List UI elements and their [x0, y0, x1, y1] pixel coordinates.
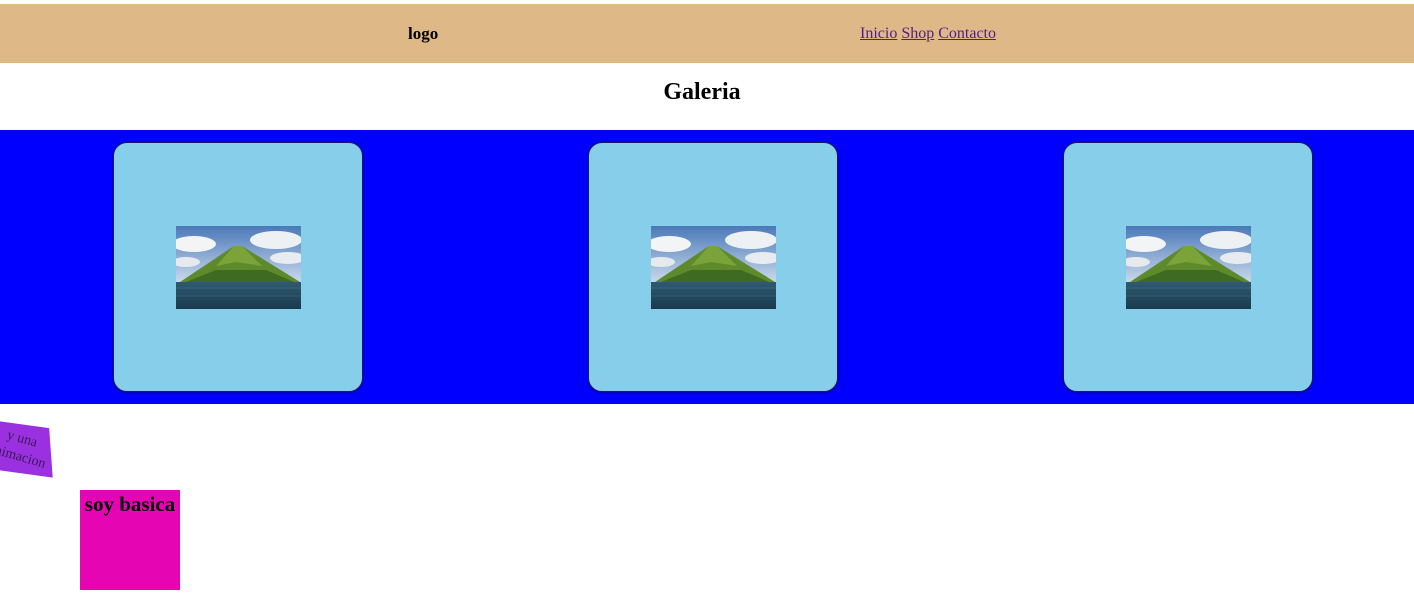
main-nav: Inicio Shop Contacto	[860, 4, 996, 63]
mountain-lake-photo	[1126, 226, 1251, 309]
site-header: logo Inicio Shop Contacto	[0, 4, 1414, 63]
page-title: Galeria	[663, 79, 741, 105]
gallery	[0, 130, 1414, 404]
nav-link-inicio[interactable]: Inicio	[860, 25, 897, 42]
mountain-lake-photo	[176, 226, 301, 309]
mountain-lake-photo	[651, 226, 776, 309]
nav-link-contacto[interactable]: Contacto	[938, 25, 996, 42]
gallery-card	[1063, 142, 1313, 392]
gallery-card	[588, 142, 838, 392]
nav-link-shop[interactable]: Shop	[901, 25, 934, 42]
logo: logo	[408, 24, 439, 43]
gallery-card	[113, 142, 363, 392]
basic-box: soy basica	[80, 490, 180, 590]
